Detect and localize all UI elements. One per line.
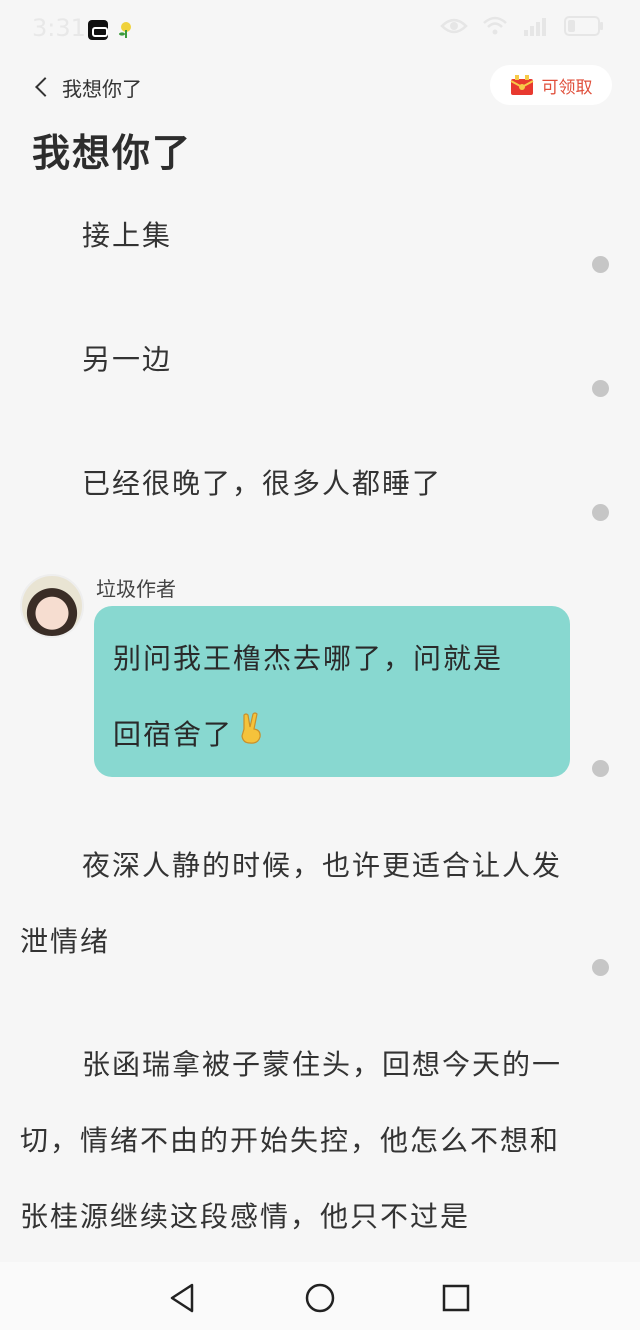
claim-reward-button[interactable]: 可领取	[490, 65, 612, 105]
nav-back-button[interactable]	[162, 1278, 202, 1318]
author-name: 垃圾作者	[96, 577, 176, 601]
red-envelope-icon	[510, 74, 534, 96]
paragraph-comment-dot[interactable]	[592, 256, 609, 273]
paragraph-comment-dot[interactable]	[592, 760, 609, 777]
plant-app-icon	[116, 20, 136, 40]
author-note-line: 别问我王橹杰去哪了，问就是	[113, 642, 504, 675]
paragraph: 另一边	[82, 343, 173, 376]
page-title: 我想你了	[32, 131, 193, 175]
paragraph-comment-dot[interactable]	[592, 504, 609, 521]
back-label: 我想你了	[62, 76, 142, 101]
eye-icon	[440, 17, 468, 35]
status-time: 3:31	[32, 14, 86, 42]
signal-icon	[522, 16, 550, 36]
back-button[interactable]: 我想你了	[30, 70, 142, 104]
paragraph: 接上集	[82, 219, 173, 252]
paragraph-comment-dot[interactable]	[592, 959, 609, 976]
claim-label: 可领取	[541, 77, 593, 98]
author-note-bubble: 别问我王橹杰去哪了，问就是 回宿舍了	[94, 606, 570, 777]
paragraph: 张函瑞拿被子蒙住头，回想今天的一切，情绪不由的开始失控，他怎么不想和张桂源继续这…	[20, 1048, 563, 1233]
message-app-icon	[88, 20, 108, 40]
status-bar: 3:31	[0, 0, 640, 60]
battery-icon	[564, 16, 604, 36]
author-note-line-2: 回宿舍了	[113, 697, 552, 774]
paragraph: 已经很晚了，很多人都睡了	[82, 467, 443, 500]
chevron-left-icon	[35, 77, 55, 97]
nav-recents-button[interactable]	[436, 1278, 476, 1318]
paragraph-comment-dot[interactable]	[592, 380, 609, 397]
victory-hand-icon	[235, 698, 267, 774]
wifi-icon	[482, 16, 508, 36]
status-icons	[440, 16, 604, 36]
system-nav-bar	[0, 1262, 640, 1330]
paragraph: 夜深人静的时候，也许更适合让人发泄情绪	[20, 849, 563, 958]
author-note-text: 回宿舍了	[113, 718, 234, 751]
nav-home-button[interactable]	[300, 1278, 340, 1318]
author-avatar[interactable]	[20, 574, 84, 638]
